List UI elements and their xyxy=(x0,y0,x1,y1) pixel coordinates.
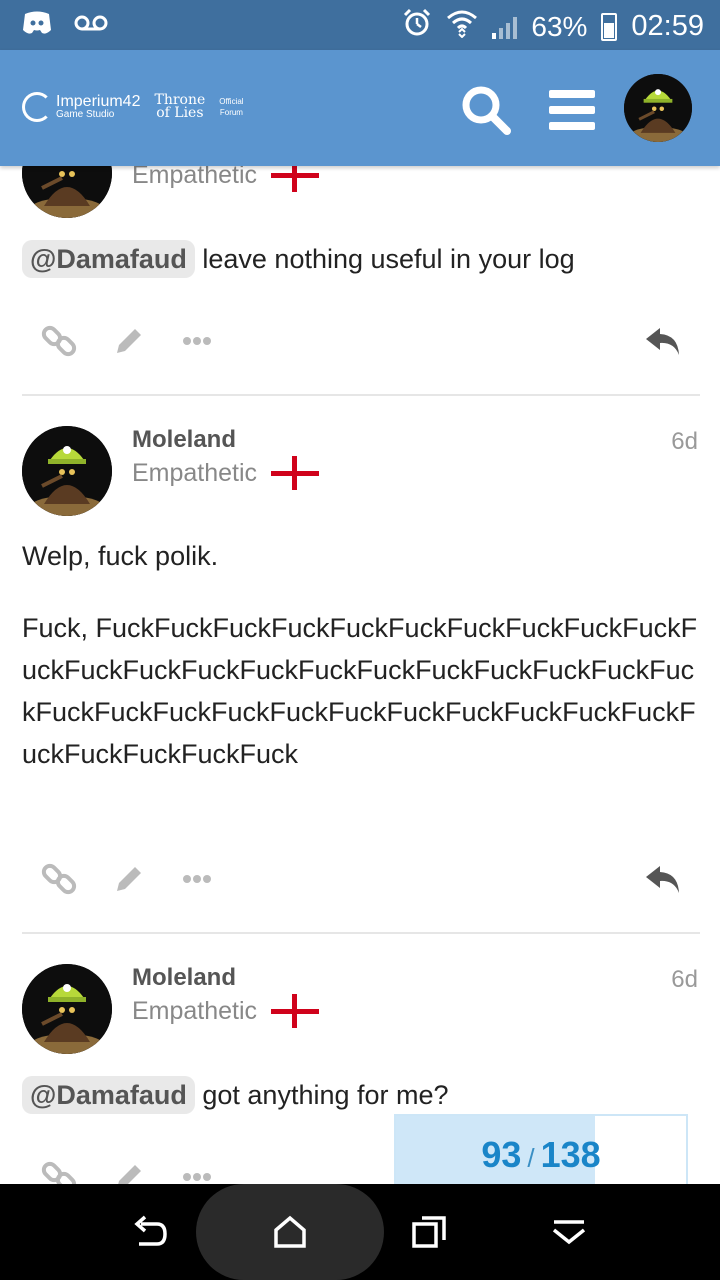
user-title: Empathetic xyxy=(132,994,320,1028)
hamburger-menu-button[interactable] xyxy=(542,80,602,140)
wifi-icon xyxy=(446,8,478,45)
imperium42-logo: Imperium42 Game Studio xyxy=(22,92,140,122)
forum-header: Imperium42 Game Studio Throne of Lies Of… xyxy=(0,50,720,166)
more-options-button[interactable] xyxy=(172,854,222,904)
status-bar: 63% 02:59 xyxy=(0,0,720,50)
post-divider xyxy=(22,394,700,396)
recent-apps-button[interactable] xyxy=(396,1184,462,1280)
username[interactable]: Moleland xyxy=(132,426,236,454)
battery-icon xyxy=(601,12,618,41)
clock: 02:59 xyxy=(631,10,704,42)
cross-flag-icon xyxy=(271,994,320,1028)
post-body: @Damafaud leave nothing useful in your l… xyxy=(22,238,698,280)
chevron-down-icon xyxy=(552,1220,586,1245)
more-options-button[interactable] xyxy=(172,1152,222,1184)
progress-label: 93/138 xyxy=(481,1134,601,1175)
reply-button[interactable] xyxy=(638,316,688,366)
post-avatar[interactable] xyxy=(22,964,112,1054)
ellipsis-icon xyxy=(183,875,211,883)
search-button[interactable] xyxy=(456,80,516,140)
post-age[interactable]: 6d xyxy=(671,428,698,456)
mention-link[interactable]: @Damafaud xyxy=(22,240,195,278)
system-navigation-bar xyxy=(0,1184,720,1280)
back-button[interactable] xyxy=(118,1184,184,1280)
post-avatar[interactable] xyxy=(22,426,112,516)
pencil-icon xyxy=(117,867,141,891)
site-logo[interactable]: Imperium42 Game Studio Throne of Lies Of… xyxy=(22,92,244,122)
more-options-button[interactable] xyxy=(172,316,222,366)
link-icon xyxy=(41,325,77,357)
reply-icon xyxy=(646,866,679,893)
edit-button[interactable] xyxy=(104,316,154,366)
pencil-icon xyxy=(118,1165,141,1184)
reply-button[interactable] xyxy=(638,854,688,904)
share-link-button[interactable] xyxy=(34,316,84,366)
battery-percent: 63% xyxy=(531,10,588,42)
back-icon xyxy=(134,1215,167,1246)
post-body-paragraph: Fuck, FuckFuckFuckFuckFuckFuckFuckFuckFu… xyxy=(22,613,698,769)
pencil-icon xyxy=(117,329,141,353)
home-icon xyxy=(274,1215,306,1248)
post-actions xyxy=(22,316,698,366)
topic-progress-indicator[interactable]: 93/138 xyxy=(394,1114,688,1192)
post-age[interactable]: 6d xyxy=(671,966,698,994)
official-forum-label: Official Forum xyxy=(219,96,244,117)
voicemail-icon xyxy=(74,13,108,38)
reply-icon xyxy=(646,328,679,355)
alarm-icon xyxy=(402,8,432,45)
username[interactable]: Moleland xyxy=(132,964,236,992)
recent-apps-icon xyxy=(412,1216,446,1248)
home-button[interactable] xyxy=(256,1184,324,1280)
notification-shade-button[interactable] xyxy=(536,1184,602,1280)
discord-icon xyxy=(22,10,52,41)
current-user-avatar[interactable] xyxy=(624,74,692,142)
edit-button[interactable] xyxy=(104,1152,154,1184)
cross-flag-icon xyxy=(271,456,320,490)
post-divider xyxy=(22,932,700,934)
user-title: Empathetic xyxy=(132,456,320,490)
link-icon xyxy=(41,1161,77,1184)
post-actions xyxy=(22,854,698,904)
post-body-paragraph: Welp, fuck polik. xyxy=(22,541,219,571)
share-link-button[interactable] xyxy=(34,1152,84,1184)
share-link-button[interactable] xyxy=(34,854,84,904)
ellipsis-icon xyxy=(183,1173,211,1181)
edit-button[interactable] xyxy=(104,854,154,904)
link-icon xyxy=(41,863,77,895)
search-icon xyxy=(462,86,511,135)
ellipsis-icon xyxy=(183,337,211,345)
post-body: @Damafaud got anything for me? xyxy=(22,1074,698,1116)
mention-link[interactable]: @Damafaud xyxy=(22,1076,195,1114)
throne-of-lies-logo: Throne of Lies xyxy=(154,91,206,121)
signal-icon xyxy=(492,15,518,39)
